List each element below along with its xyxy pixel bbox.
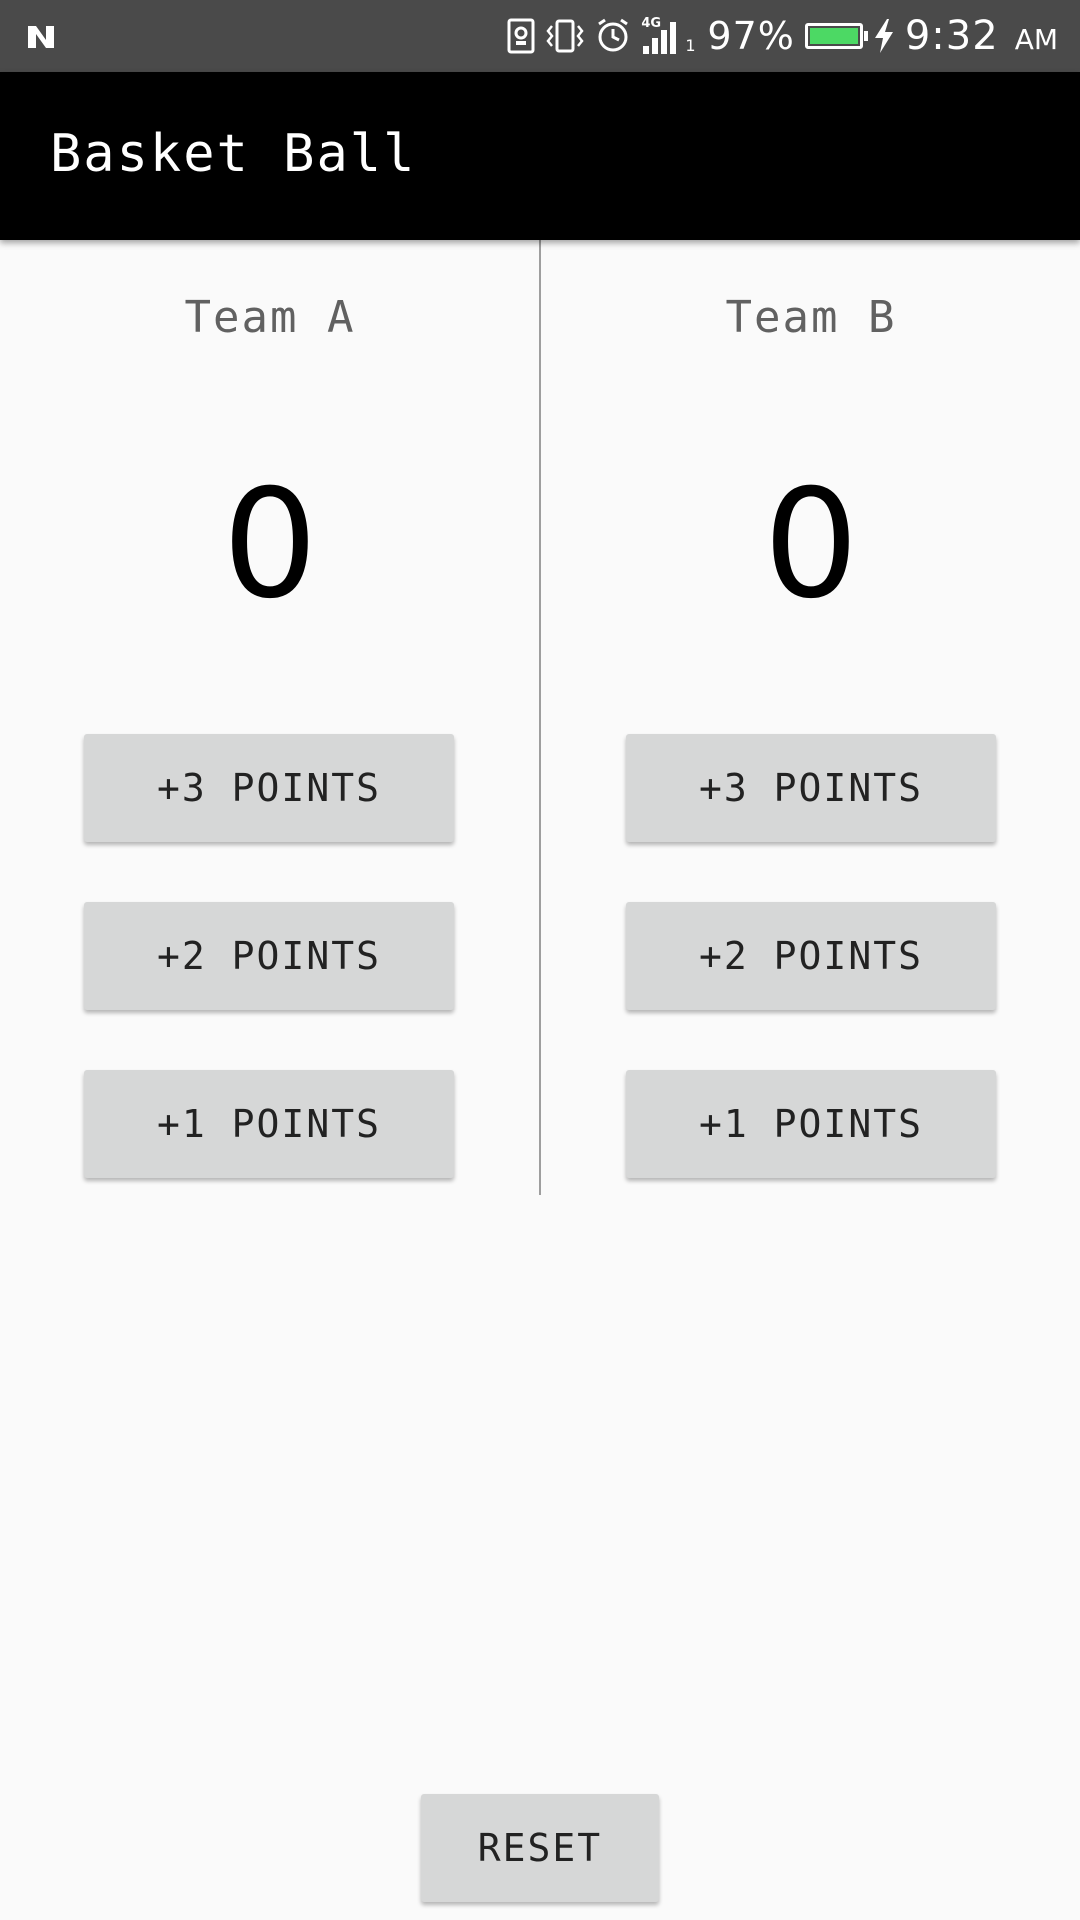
team-b-plus-2-button[interactable]: +2 POINTS xyxy=(626,902,996,1010)
network-signal-group: 4G 1 xyxy=(641,16,697,56)
team-b-column: Team B 0 +3 POINTS +2 POINTS +1 POINTS xyxy=(541,240,1080,1195)
battery-level xyxy=(809,28,858,44)
app-title: Basket Ball xyxy=(50,124,417,184)
clock-time: 9:32 xyxy=(904,13,999,59)
team-a-plus-3-button[interactable]: +3 POINTS xyxy=(84,734,454,842)
reset-button[interactable]: RESET xyxy=(421,1794,659,1902)
team-a-plus-2-button[interactable]: +2 POINTS xyxy=(84,902,454,1010)
team-b-plus-3-button[interactable]: +3 POINTS xyxy=(626,734,996,842)
scoreboard: Team A 0 +3 POINTS +2 POINTS +1 POINTS T… xyxy=(0,240,1080,1195)
sim-card-icon xyxy=(507,18,535,54)
app-bar: Basket Ball xyxy=(0,72,1080,240)
n-logo-icon xyxy=(28,26,54,48)
team-a-column: Team A 0 +3 POINTS +2 POINTS +1 POINTS xyxy=(0,240,540,1195)
team-a-plus-1-button[interactable]: +1 POINTS xyxy=(84,1070,454,1178)
team-b-plus-1-button[interactable]: +1 POINTS xyxy=(626,1070,996,1178)
team-b-name: Team B xyxy=(725,292,897,343)
status-bar: 4G 1 97% 9:32 AM xyxy=(0,0,1080,72)
charging-bolt-icon xyxy=(874,19,893,53)
status-icons: 4G 1 97% 9:32 AM xyxy=(507,0,1058,72)
sim-slot-label: 1 xyxy=(685,36,696,55)
team-a-score: 0 xyxy=(222,458,318,632)
alarm-icon xyxy=(598,18,629,52)
battery-percent: 97% xyxy=(707,14,795,58)
team-a-name: Team A xyxy=(184,292,356,343)
signal-icon xyxy=(643,22,677,54)
team-b-score: 0 xyxy=(763,458,859,632)
vibrate-icon xyxy=(546,19,584,53)
battery-icon xyxy=(804,23,868,49)
clock-ampm: AM xyxy=(1014,23,1058,56)
